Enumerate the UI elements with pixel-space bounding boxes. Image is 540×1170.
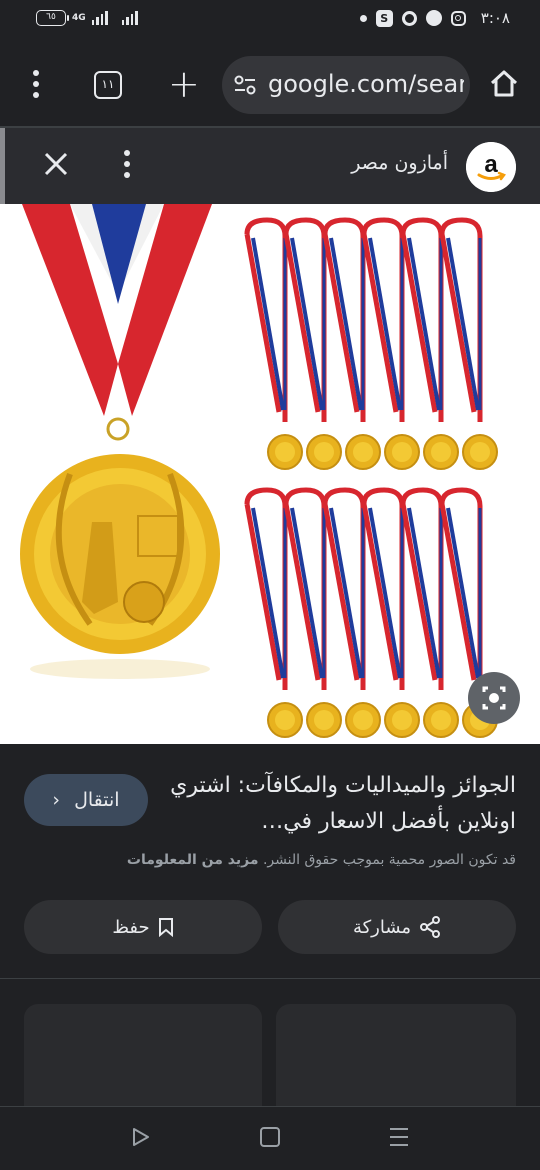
related-card[interactable] [24, 1004, 262, 1106]
visit-label: انتقال [74, 789, 120, 811]
battery-icon: ٦٥ [36, 10, 69, 26]
tune-icon[interactable] [234, 75, 256, 95]
url-text[interactable]: google.com/sear [268, 70, 464, 98]
share-icon [420, 916, 441, 938]
lens-icon [482, 686, 506, 710]
skype-icon: S [375, 9, 393, 27]
section-divider [0, 978, 540, 979]
address-bar[interactable]: google.com/sear [222, 56, 470, 114]
chevron-left-icon: ‹ [52, 789, 61, 811]
save-label: حفظ [112, 916, 150, 938]
battery-level: ٦٥ [46, 12, 56, 22]
related-card[interactable] [276, 1004, 516, 1106]
source-name[interactable]: أمازون مصر [351, 152, 448, 174]
home-nav-icon[interactable] [260, 1127, 280, 1147]
back-icon[interactable] [130, 1126, 152, 1148]
plus-icon[interactable]: + [168, 65, 200, 103]
browser-toolbar: ١١ + google.com/sear [0, 40, 540, 126]
signal-icon-2 [121, 11, 138, 25]
result-title[interactable]: الجوائز والميداليات والمكافآت: اشتري اون… [170, 768, 516, 840]
source-bar [0, 128, 540, 204]
tabs-button[interactable]: ١١ [94, 71, 122, 99]
messenger-icon [425, 10, 442, 26]
medals-image [0, 204, 540, 744]
amazon-logo-icon[interactable]: a [466, 142, 516, 192]
tab-count: ١١ [101, 77, 115, 91]
learn-more-link[interactable]: مزيد من المعلومات [127, 852, 259, 868]
status-left: ٦٥ 4G [36, 10, 138, 26]
bookmark-icon [158, 918, 173, 937]
instagram-icon [450, 10, 466, 26]
copyright-notice: قد تكون الصور محمية بموجب حقوق النشر. مز… [16, 852, 516, 868]
clock: ٣:٠٨ [480, 9, 510, 27]
status-right: S ٣:٠٨ [359, 9, 510, 27]
visit-button[interactable]: انتقال ‹ [24, 774, 148, 826]
home-icon[interactable] [488, 68, 520, 100]
network-type: 4G [72, 12, 86, 23]
more-vert-icon[interactable] [28, 70, 44, 100]
close-icon[interactable] [42, 150, 70, 178]
result-image[interactable] [0, 204, 540, 744]
ring-icon [401, 10, 417, 26]
signal-icon [91, 11, 108, 25]
share-button[interactable]: مشاركة [278, 900, 516, 954]
copyright-text: قد تكون الصور محمية بموجب حقوق النشر. [262, 852, 516, 868]
save-button[interactable]: حفظ [24, 900, 262, 954]
dot-icon [359, 14, 367, 22]
share-label: مشاركة [352, 916, 412, 938]
svg-text:a: a [484, 151, 498, 178]
source-more-icon[interactable] [120, 150, 134, 180]
lens-button[interactable] [468, 672, 520, 724]
recents-icon[interactable] [390, 1128, 408, 1146]
